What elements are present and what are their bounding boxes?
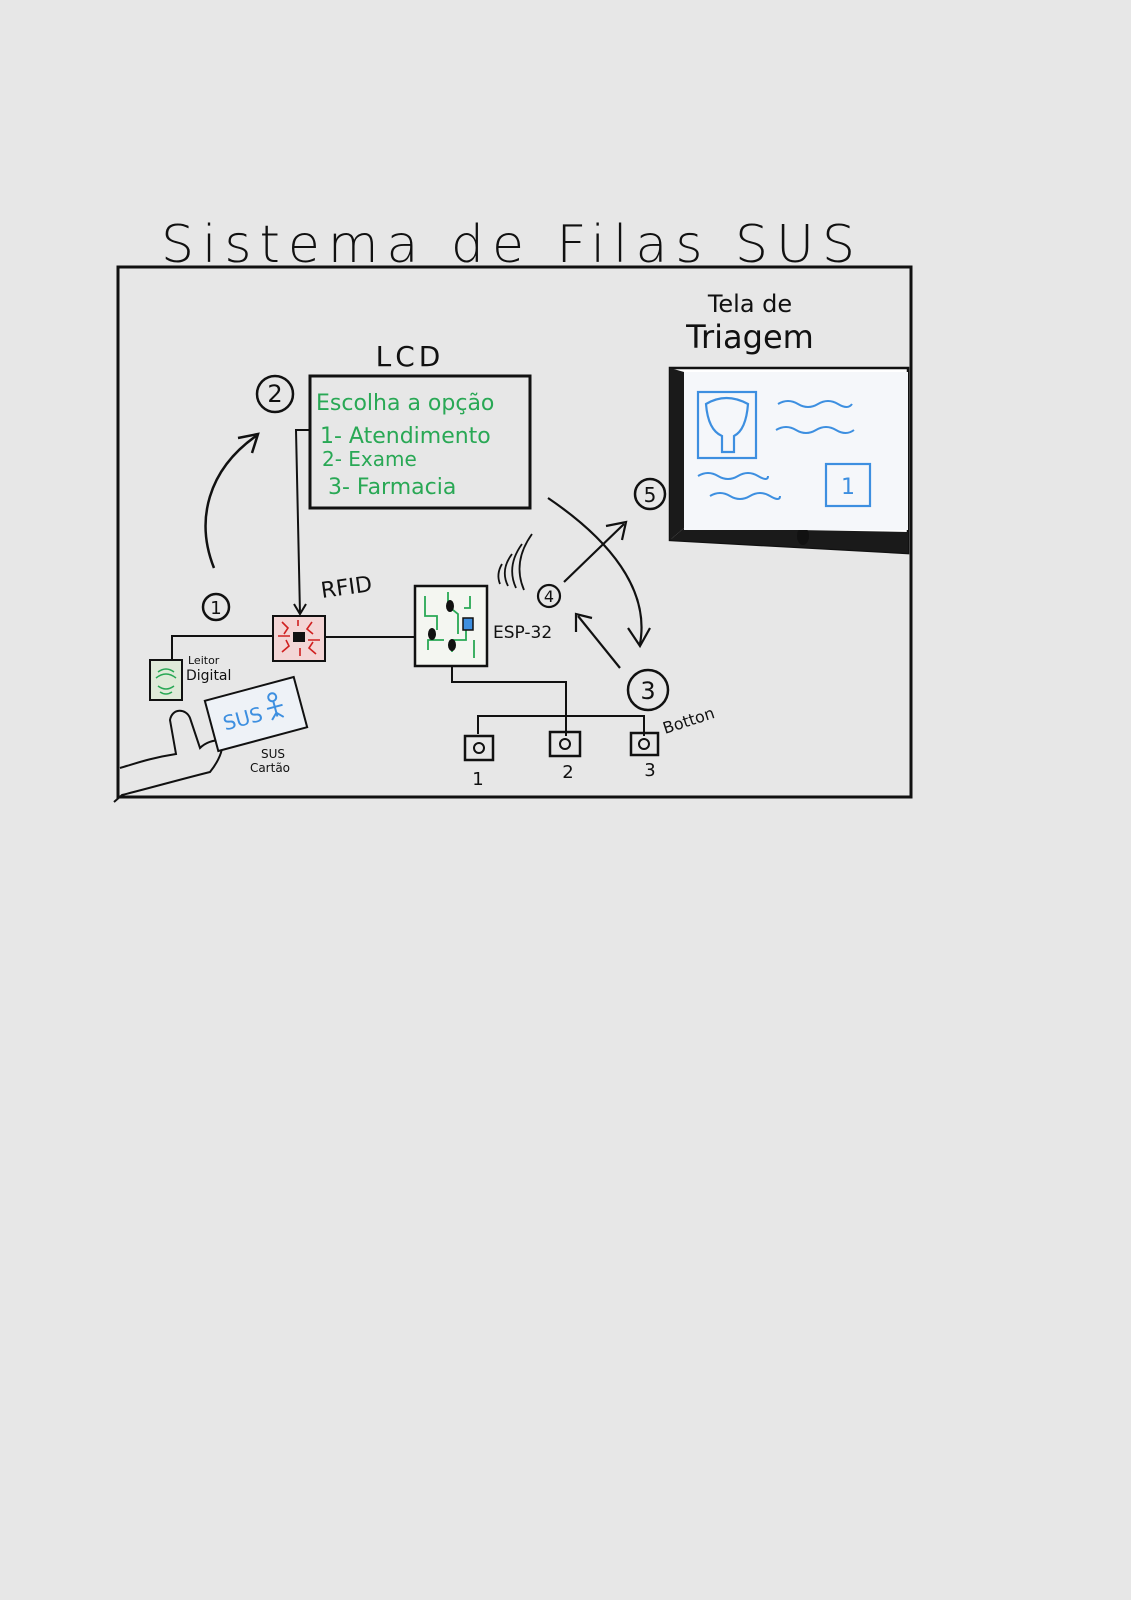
card-label-line1: SUS <box>261 747 285 761</box>
step-2-number: 2 <box>267 380 282 408</box>
card-label-line2: Cartão <box>250 761 290 775</box>
step-5-number: 5 <box>644 483 657 507</box>
rfid-label: RFID <box>319 572 373 604</box>
fingerprint-reader: Leitor Digital <box>149 654 231 701</box>
step-3-number: 3 <box>640 677 655 705</box>
step-1-number: 1 <box>210 598 221 619</box>
lcd-display: LCD Escolha a opção 1- Atendimento 2- Ex… <box>308 340 532 510</box>
hand-icon <box>113 709 224 803</box>
screen-label-line1: Tela de <box>707 290 792 318</box>
button-group-label: Botton <box>660 703 717 738</box>
push-button-1-label: 1 <box>472 769 483 790</box>
push-button-3-label: 3 <box>644 760 655 781</box>
lcd-line-option-3: 3- Farmacia <box>328 475 456 500</box>
lcd-line-option-1: 1- Atendimento <box>320 424 491 449</box>
push-button-2: 2 <box>548 730 582 783</box>
step-4-marker: 4 <box>536 583 562 609</box>
step-5-marker: 5 <box>633 477 667 511</box>
wire-esp32-buttons <box>451 666 645 736</box>
push-button-3: 3 <box>629 731 660 781</box>
hand-with-card: SUS SUS Cartão <box>113 675 309 803</box>
step-2-marker: 2 <box>255 374 295 414</box>
arrow-esp32-to-screen <box>563 523 625 583</box>
reader-label-line1: Leitor <box>188 654 220 667</box>
step-4-number: 4 <box>544 587 554 606</box>
sus-queue-system-diagram: Sistema de Filas SUS LCD Escolha a opção… <box>113 215 913 803</box>
step-1-marker: 1 <box>201 592 231 622</box>
lcd-label: LCD <box>376 340 445 373</box>
push-button-2-label: 2 <box>562 762 573 783</box>
step-3-marker: 3 <box>626 668 670 712</box>
lcd-line-prompt: Escolha a opção <box>316 391 494 416</box>
arrow-step1-to-lcd <box>204 434 257 569</box>
rfid-module: RFID <box>272 572 374 662</box>
screen-label-line2: Triagem <box>685 318 814 356</box>
queue-number: 1 <box>841 475 855 500</box>
push-button-1: 1 <box>463 734 495 790</box>
reader-label-line2: Digital <box>186 668 231 684</box>
esp32-board: ESP-32 <box>413 584 552 668</box>
triage-screen: Tela de Triagem 1 <box>668 290 910 555</box>
lcd-line-option-2: 2- Exame <box>322 447 417 471</box>
wifi-signal-icon <box>497 533 533 591</box>
esp32-label: ESP-32 <box>493 623 552 643</box>
wire-lcd-rfid <box>294 429 310 615</box>
arrow-buttons-to-esp32 <box>577 615 621 669</box>
arrow-lcd-to-buttons <box>547 497 643 645</box>
